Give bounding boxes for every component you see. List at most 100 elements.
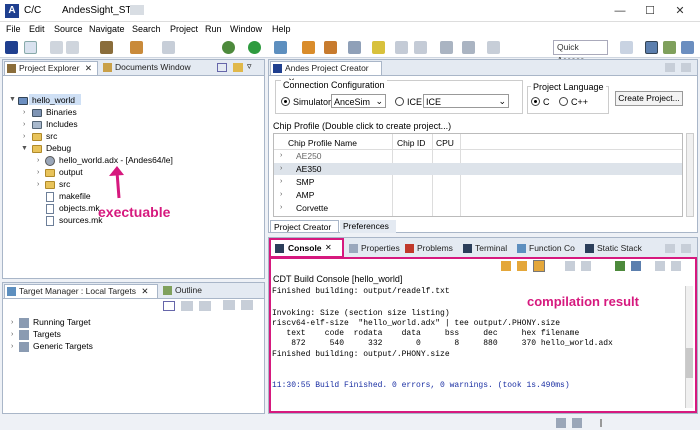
profile-icon[interactable] <box>274 41 287 54</box>
tree-item-targets[interactable]: Targets <box>33 329 61 339</box>
tree-item-debug-src[interactable]: src <box>59 179 70 189</box>
chevron-right-icon[interactable]: › <box>11 343 13 350</box>
chevron-right-icon[interactable]: › <box>23 109 25 116</box>
minimize-button[interactable]: — <box>610 3 630 19</box>
view-menu-icon[interactable]: ▿ <box>247 61 252 72</box>
tab-console[interactable]: Console ✕ <box>269 238 344 258</box>
andes-icon[interactable] <box>5 41 18 54</box>
minimize-view-icon[interactable] <box>665 244 675 253</box>
chevron-right-icon[interactable]: › <box>37 169 39 176</box>
tree-item-generic-targets[interactable]: Generic Targets <box>33 341 93 351</box>
menu-run[interactable]: Run <box>205 24 222 34</box>
chevron-right-icon[interactable]: › <box>37 181 39 188</box>
chevron-right-icon[interactable]: › <box>280 152 282 159</box>
tab-project-creator[interactable]: Project Creator <box>270 220 339 233</box>
chevron-right-icon[interactable]: › <box>37 157 39 164</box>
pin-icon[interactable] <box>372 41 385 54</box>
menu-search[interactable]: Search <box>132 24 161 34</box>
maximize-view-icon[interactable] <box>681 63 691 72</box>
maximize-view-icon[interactable] <box>241 300 253 310</box>
debug-perspective-icon[interactable] <box>663 41 676 54</box>
tab-preferences[interactable]: Preferences <box>340 220 396 233</box>
tree-item-src[interactable]: src <box>46 131 57 141</box>
prev-annotation-icon[interactable] <box>414 41 427 54</box>
table-row[interactable]: AMP <box>296 190 314 200</box>
tree-item-debug[interactable]: Debug <box>46 143 71 153</box>
column-header[interactable]: Chip ID <box>397 138 425 148</box>
menu-window[interactable]: Window <box>230 24 262 34</box>
tab-documents-window[interactable]: Documents Window <box>101 61 194 75</box>
chevron-right-icon[interactable]: › <box>11 319 13 326</box>
nav-icon[interactable] <box>487 41 500 54</box>
next-annotation-icon[interactable] <box>395 41 408 54</box>
chevron-right-icon[interactable]: › <box>280 204 282 211</box>
simulator-select[interactable]: AnceSim ⌄ <box>331 94 386 108</box>
minimize-view-icon[interactable] <box>223 300 235 310</box>
tab-target-manager[interactable]: Target Manager : Local Targets ✕ <box>4 284 158 298</box>
run-icon[interactable] <box>248 41 261 54</box>
tree-item-hello-world[interactable]: hello_world <box>32 95 75 105</box>
menu-help[interactable]: Help <box>272 24 291 34</box>
debug-icon[interactable] <box>222 41 235 54</box>
chevron-right-icon[interactable]: › <box>280 191 282 198</box>
tab-terminal[interactable]: Terminal <box>461 242 510 256</box>
back-icon[interactable] <box>440 41 453 54</box>
console-scrollbar[interactable] <box>685 286 693 408</box>
stop-icon[interactable] <box>162 41 175 54</box>
tool-icon[interactable] <box>302 41 315 54</box>
tree-item-output[interactable]: output <box>59 167 83 177</box>
collapse-all-icon[interactable] <box>217 63 227 72</box>
refresh-icon[interactable] <box>181 301 193 311</box>
chevron-right-icon[interactable]: › <box>11 331 13 338</box>
lang-c-radio[interactable] <box>531 97 540 106</box>
andes-perspective-icon[interactable] <box>681 41 694 54</box>
chevron-right-icon[interactable]: › <box>280 178 282 185</box>
link-editor-icon[interactable] <box>233 63 243 72</box>
menu-file[interactable]: File <box>6 24 21 34</box>
chevron-right-icon[interactable]: › <box>23 121 25 128</box>
tab-function-co[interactable]: Function Co <box>515 242 578 256</box>
tree-item-makefile[interactable]: makefile <box>59 191 91 201</box>
edit-icon[interactable] <box>130 41 143 54</box>
menu-navigate[interactable]: Navigate <box>89 24 125 34</box>
tree-item-sources-mk[interactable]: sources.mk <box>59 215 102 225</box>
table-row[interactable]: SMP <box>296 177 314 187</box>
scrollbar-thumb[interactable] <box>686 348 693 378</box>
pencil-icon[interactable] <box>324 41 337 54</box>
tree-item-includes[interactable]: Includes <box>46 119 78 129</box>
table-row[interactable]: AE250 <box>296 151 322 161</box>
tab-close-icon[interactable]: ✕ <box>325 243 332 252</box>
maximize-button[interactable]: ☐ <box>640 3 660 19</box>
table-scrollbar[interactable] <box>686 133 694 217</box>
chevron-down-icon[interactable]: ▼ <box>9 96 16 103</box>
tab-close-icon[interactable]: ✕ <box>85 63 92 73</box>
search-icon[interactable] <box>348 41 361 54</box>
simulator-radio[interactable] <box>281 97 290 106</box>
tree-item-binaries[interactable]: Binaries <box>46 107 77 117</box>
close-button[interactable]: ✕ <box>670 3 690 19</box>
menu-source[interactable]: Source <box>54 24 83 34</box>
status-icon[interactable] <box>556 418 566 428</box>
chevron-right-icon[interactable]: › <box>280 165 282 172</box>
cc-perspective-icon[interactable] <box>645 41 658 54</box>
create-project-button[interactable]: Create Project... <box>615 91 683 106</box>
chevron-right-icon[interactable]: › <box>23 133 25 140</box>
forward-icon[interactable] <box>462 41 475 54</box>
lang-cpp-radio[interactable] <box>559 97 568 106</box>
tab-static-stack[interactable]: Static Stack <box>583 242 645 256</box>
column-header[interactable]: Chip Profile Name <box>288 138 357 148</box>
minimize-view-icon[interactable] <box>665 63 675 72</box>
tab-project-explorer[interactable]: Project Explorer ✕ <box>4 61 98 75</box>
tab-problems[interactable]: Problems <box>403 242 456 256</box>
tree-item-objects-mk[interactable]: objects.mk <box>59 203 100 213</box>
open-perspective-icon[interactable] <box>620 41 633 54</box>
column-header[interactable]: CPU <box>436 138 454 148</box>
menu-project[interactable]: Project <box>170 24 198 34</box>
chevron-down-icon[interactable]: ▼ <box>21 145 28 152</box>
tree-item-running-target[interactable]: Running Target <box>33 317 91 327</box>
tab-close-icon[interactable]: ✕ <box>141 286 148 296</box>
save-icon[interactable] <box>50 41 63 54</box>
ice-select[interactable]: ICE ⌄ <box>423 94 509 108</box>
table-row[interactable]: AE350 <box>296 164 322 174</box>
new-icon[interactable] <box>24 41 37 54</box>
